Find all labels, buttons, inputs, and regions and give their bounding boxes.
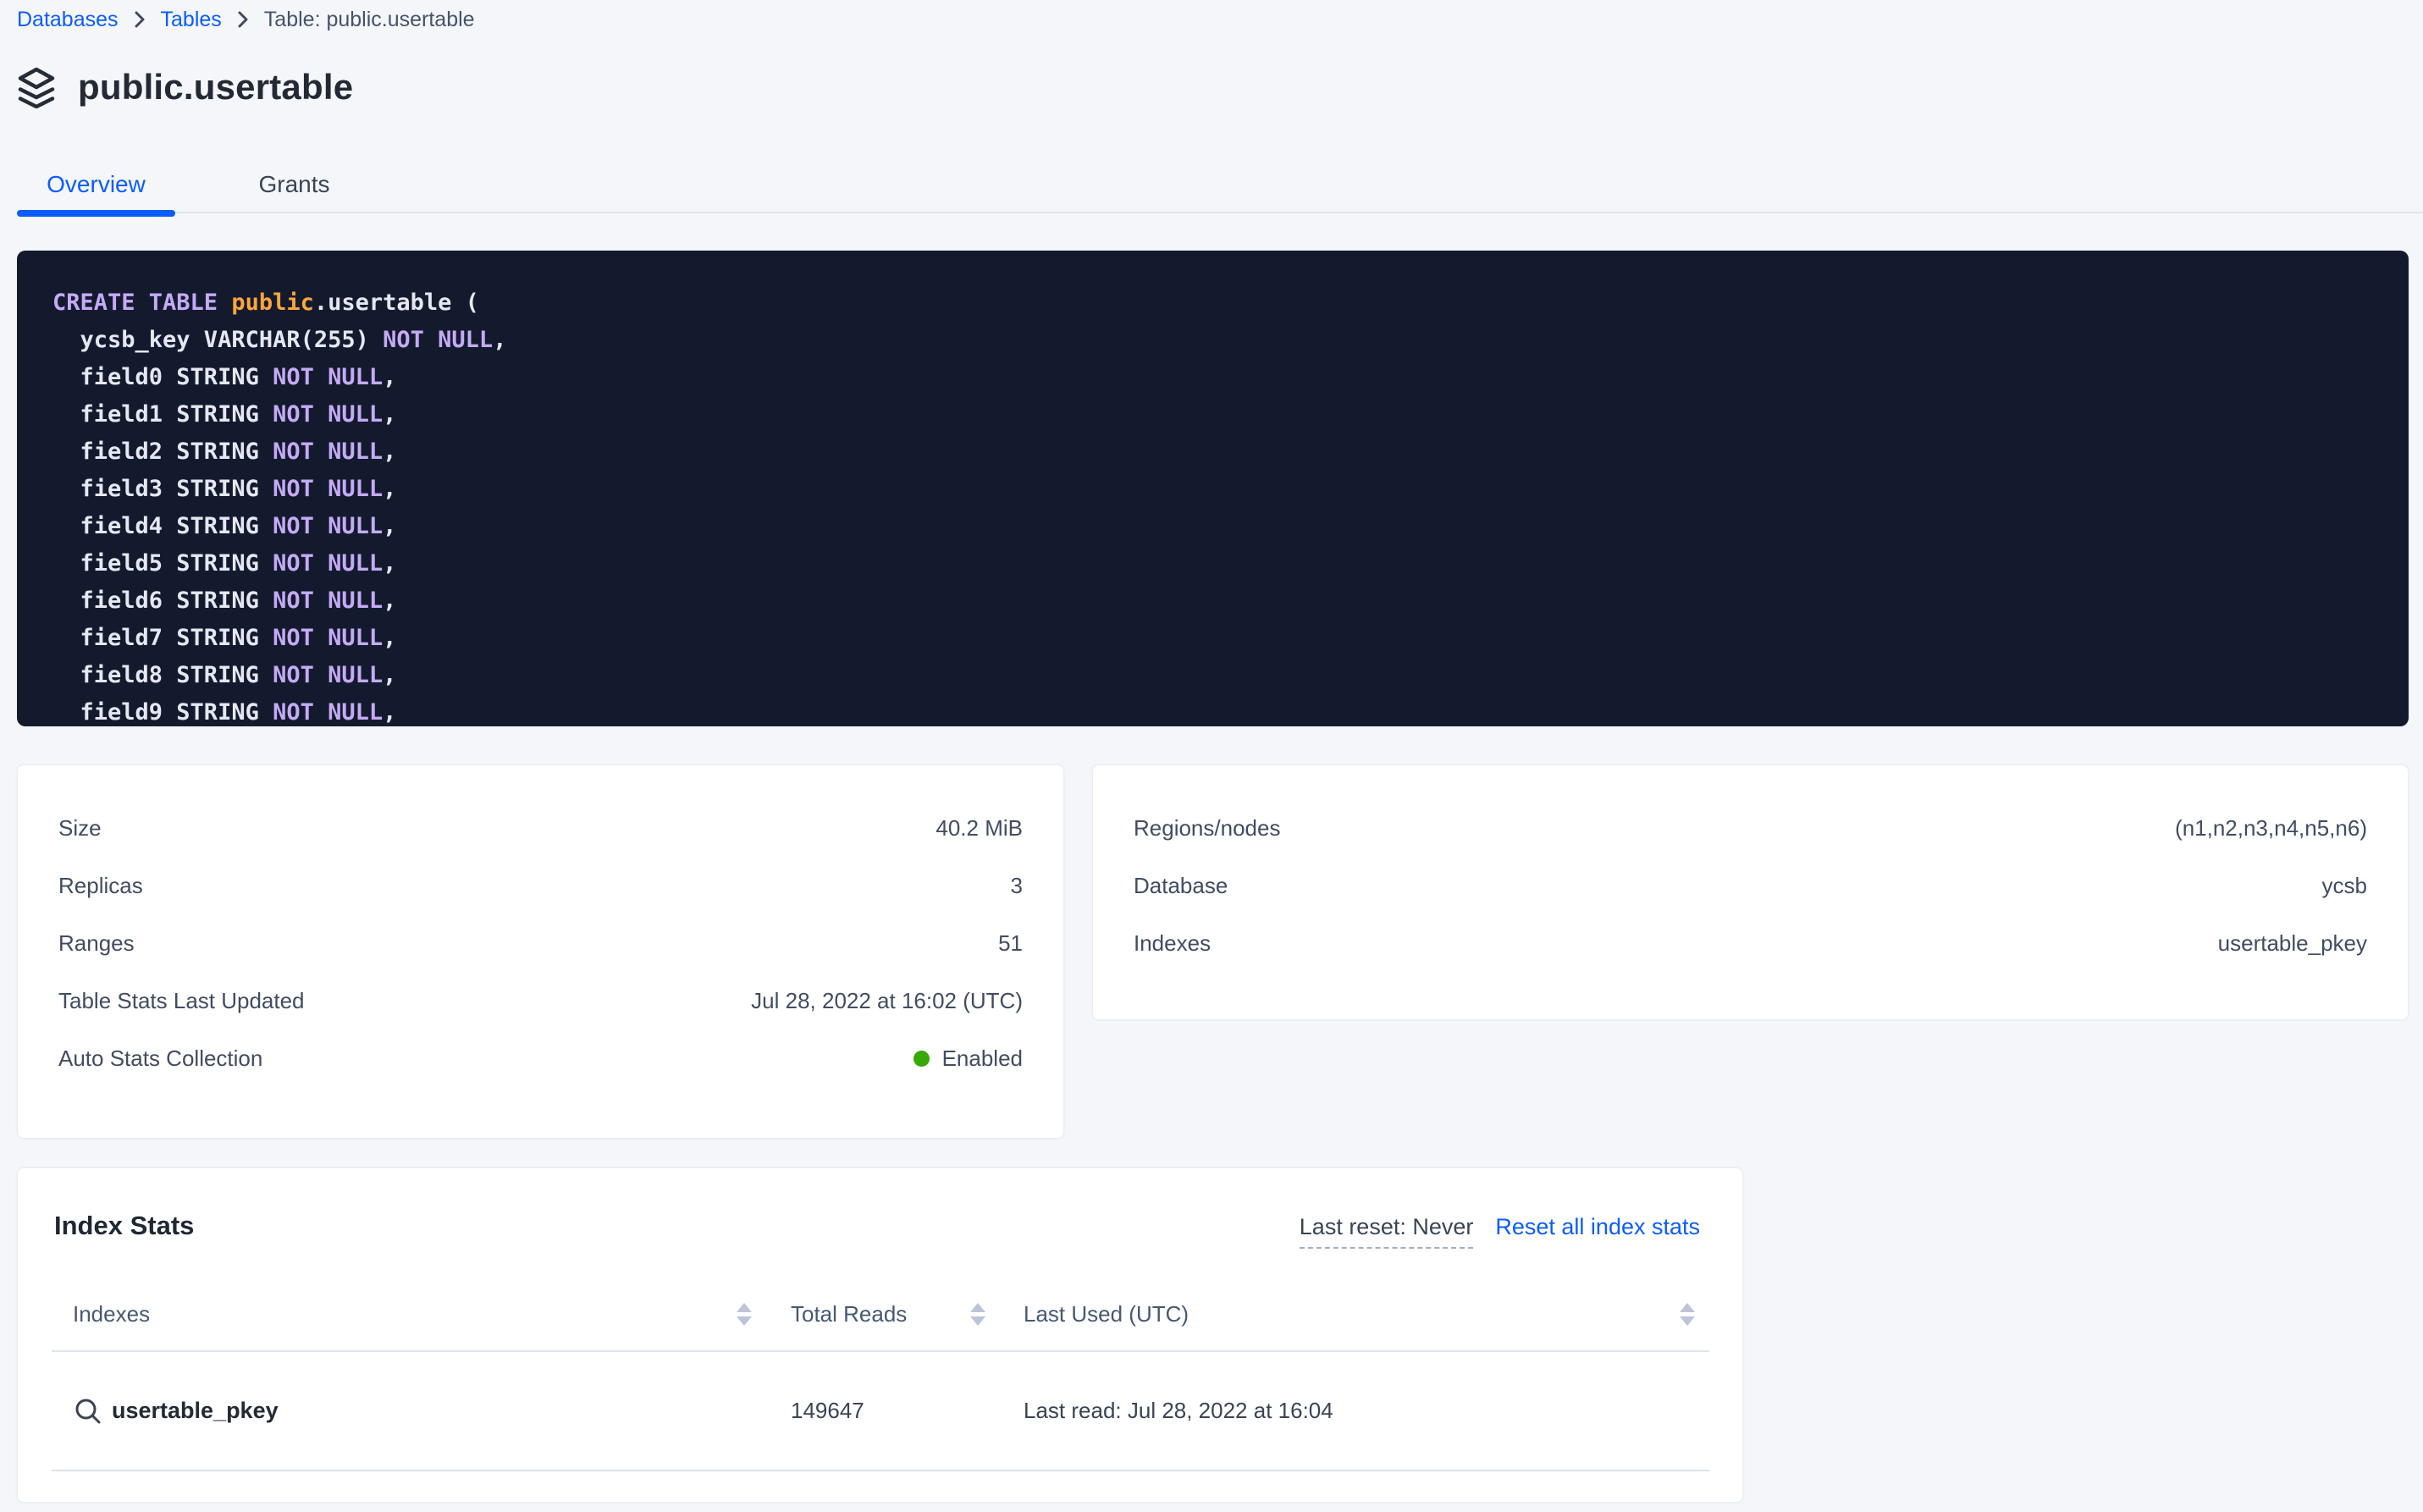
table-location-card: Regions/nodes (n1,n2,n3,n4,n5,n6) Databa… [1092, 764, 2409, 1020]
tab-bar: Overview Grants [0, 157, 2423, 212]
chevron-right-icon [237, 10, 249, 29]
status-text: Enabled [942, 1046, 1023, 1072]
row-value: Enabled [913, 1046, 1023, 1072]
row-value: ycsb [2322, 873, 2367, 899]
sql-line: ycsb_key VARCHAR(255) NOT NULL, [52, 322, 2375, 359]
summary-row-regions: Regions/nodes (n1,n2,n3,n4,n5,n6) [1134, 799, 2367, 857]
row-label: Ranges [58, 930, 135, 957]
index-table-row: usertable_pkey 149647 Last read: Jul 28,… [52, 1352, 1709, 1471]
sort-arrows-icon [737, 1303, 752, 1326]
row-value: 3 [1011, 873, 1023, 899]
create-table-statement: CREATE TABLE public.usertable ( ycsb_key… [17, 251, 2409, 726]
breadcrumb: Databases Tables Table: public.usertable [17, 5, 475, 34]
sql-line: field8 STRING NOT NULL, [52, 657, 2375, 694]
last-reset-label[interactable]: Last reset: Never [1300, 1214, 1474, 1249]
sql-line: CREATE TABLE public.usertable ( [52, 284, 2375, 322]
sql-line: field6 STRING NOT NULL, [52, 582, 2375, 620]
index-stats-card: Index Stats Last reset: Never Reset all … [17, 1167, 1743, 1503]
status-enabled-dot-icon [913, 1051, 930, 1067]
row-label: Table Stats Last Updated [58, 988, 305, 1014]
row-value: Jul 28, 2022 at 16:02 (UTC) [751, 988, 1023, 1014]
summary-row-ranges: Ranges 51 [58, 914, 1023, 972]
index-table-header: Indexes Total Reads Last Used (UTC) [52, 1277, 1709, 1352]
row-label: Indexes [1134, 930, 1211, 957]
sql-line: field5 STRING NOT NULL, [52, 545, 2375, 582]
index-last-used: Last read: Jul 28, 2022 at 16:04 [996, 1398, 1709, 1424]
chevron-right-icon [134, 10, 146, 29]
breadcrumb-link-databases[interactable]: Databases [17, 5, 119, 34]
index-stats-table: Indexes Total Reads Last Used (UTC) [52, 1277, 1709, 1471]
column-label: Indexes [73, 1301, 150, 1327]
sql-line: field2 STRING NOT NULL, [52, 433, 2375, 471]
summary-row-auto-stats: Auto Stats Collection Enabled [58, 1029, 1023, 1087]
sql-line: field1 STRING NOT NULL, [52, 396, 2375, 433]
row-value: 51 [998, 930, 1023, 957]
reset-index-stats-link[interactable]: Reset all index stats [1495, 1214, 1700, 1240]
summary-row-database: Database ycsb [1134, 857, 2367, 914]
breadcrumb-current: Table: public.usertable [264, 5, 475, 34]
sql-line: field7 STRING NOT NULL, [52, 620, 2375, 657]
row-label: Auto Stats Collection [58, 1046, 262, 1072]
row-value: 40.2 MiB [936, 815, 1023, 842]
row-label: Replicas [58, 873, 143, 899]
sql-line: field9 STRING NOT NULL, [52, 694, 2375, 726]
row-label: Size [58, 815, 102, 842]
row-value: (n1,n2,n3,n4,n5,n6) [2175, 815, 2367, 842]
row-value: usertable_pkey [2218, 930, 2367, 957]
table-summary-card: Size 40.2 MiB Replicas 3 Ranges 51 Table… [17, 764, 1064, 1139]
column-header-last-used[interactable]: Last Used (UTC) [996, 1301, 1709, 1327]
sql-line: field3 STRING NOT NULL, [52, 471, 2375, 508]
index-stats-title: Index Stats [54, 1211, 194, 1241]
sort-arrows-icon [970, 1303, 985, 1326]
sql-line: field4 STRING NOT NULL, [52, 508, 2375, 545]
index-stats-header: Index Stats Last reset: Never Reset all … [18, 1168, 1742, 1249]
index-total-reads: 149647 [763, 1398, 996, 1424]
sort-arrows-icon [1680, 1303, 1695, 1326]
summary-row-indexes: Indexes usertable_pkey [1134, 914, 2367, 972]
index-name-link[interactable]: usertable_pkey [112, 1398, 279, 1424]
summary-row-stats-updated: Table Stats Last Updated Jul 28, 2022 at… [58, 972, 1023, 1029]
search-icon [73, 1396, 103, 1426]
summary-row-replicas: Replicas 3 [58, 857, 1023, 914]
row-label: Regions/nodes [1134, 815, 1280, 842]
tab-grants[interactable]: Grants [215, 157, 373, 212]
column-label: Last Used (UTC) [1024, 1301, 1189, 1327]
summary-row-size: Size 40.2 MiB [58, 799, 1023, 857]
column-label: Total Reads [791, 1301, 907, 1327]
page-title: public.usertable [78, 67, 353, 108]
table-stack-icon [17, 66, 56, 108]
page-title-block: public.usertable [17, 66, 353, 108]
sql-line: field0 STRING NOT NULL, [52, 359, 2375, 396]
column-header-total-reads[interactable]: Total Reads [763, 1301, 996, 1327]
breadcrumb-link-tables[interactable]: Tables [161, 5, 222, 34]
tab-overview[interactable]: Overview [17, 157, 175, 212]
row-label: Database [1134, 873, 1228, 899]
column-header-indexes[interactable]: Indexes [52, 1301, 763, 1327]
